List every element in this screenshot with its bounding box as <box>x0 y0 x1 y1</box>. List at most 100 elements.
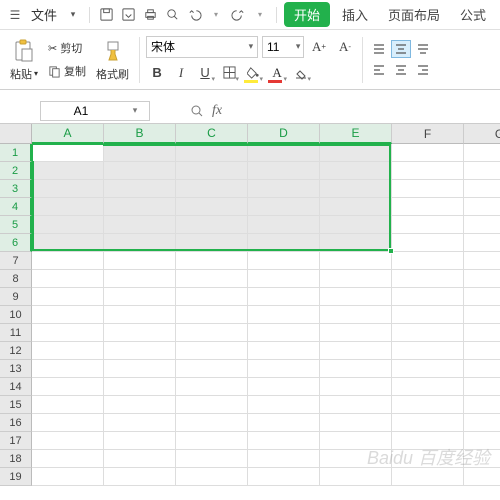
cell[interactable] <box>392 216 464 234</box>
cell[interactable] <box>464 378 500 396</box>
redo-icon[interactable] <box>229 6 247 24</box>
cell[interactable] <box>32 252 104 270</box>
cell[interactable] <box>464 342 500 360</box>
cell[interactable] <box>104 216 176 234</box>
cell[interactable] <box>320 162 392 180</box>
cell[interactable] <box>104 288 176 306</box>
row-header[interactable]: 7 <box>0 252 32 270</box>
cell[interactable] <box>392 162 464 180</box>
row-header[interactable]: 2 <box>0 162 32 180</box>
column-header[interactable]: A <box>32 124 104 144</box>
row-header[interactable]: 1 <box>0 144 32 162</box>
cell[interactable] <box>464 252 500 270</box>
cell[interactable] <box>464 324 500 342</box>
cell[interactable] <box>320 432 392 450</box>
align-middle-button[interactable] <box>391 40 411 58</box>
cell[interactable] <box>320 342 392 360</box>
cell[interactable] <box>32 216 104 234</box>
increase-font-button[interactable]: A+ <box>308 36 330 58</box>
cell[interactable] <box>248 216 320 234</box>
cell[interactable] <box>32 414 104 432</box>
cell[interactable] <box>104 234 176 252</box>
cell[interactable] <box>320 306 392 324</box>
cell[interactable] <box>104 252 176 270</box>
cell[interactable] <box>320 360 392 378</box>
undo-icon[interactable] <box>185 6 203 24</box>
row-header[interactable]: 14 <box>0 378 32 396</box>
cell[interactable] <box>248 414 320 432</box>
font-color-button[interactable]: A▾ <box>266 62 288 84</box>
cell[interactable] <box>32 288 104 306</box>
cell[interactable] <box>248 198 320 216</box>
fill-handle[interactable] <box>388 248 394 254</box>
row-header[interactable]: 13 <box>0 360 32 378</box>
cell[interactable] <box>32 144 104 162</box>
cell[interactable] <box>248 432 320 450</box>
column-header[interactable]: F <box>392 124 464 144</box>
cell[interactable] <box>176 378 248 396</box>
cell[interactable] <box>392 378 464 396</box>
cell[interactable] <box>392 252 464 270</box>
cell[interactable] <box>176 234 248 252</box>
cell[interactable] <box>464 414 500 432</box>
chevron-down-icon[interactable]: ▾ <box>64 6 82 24</box>
cell[interactable] <box>32 234 104 252</box>
cell[interactable] <box>32 432 104 450</box>
cell[interactable] <box>32 360 104 378</box>
row-header[interactable]: 12 <box>0 342 32 360</box>
name-box[interactable]: ▾ <box>40 101 150 121</box>
column-header[interactable]: E <box>320 124 392 144</box>
cell[interactable] <box>392 198 464 216</box>
cell[interactable] <box>320 396 392 414</box>
cell[interactable] <box>248 270 320 288</box>
clear-format-button[interactable]: ▾ <box>290 62 312 84</box>
column-header[interactable]: G <box>464 124 500 144</box>
paste-group[interactable]: 粘贴▾ <box>6 38 42 82</box>
cell[interactable] <box>320 378 392 396</box>
cell[interactable] <box>248 342 320 360</box>
cell[interactable] <box>464 468 500 486</box>
cell[interactable] <box>248 360 320 378</box>
cell[interactable] <box>392 450 464 468</box>
cell[interactable] <box>464 180 500 198</box>
row-header[interactable]: 15 <box>0 396 32 414</box>
file-menu[interactable]: 文件 <box>28 5 60 24</box>
cell[interactable] <box>464 306 500 324</box>
cell[interactable] <box>464 450 500 468</box>
cell[interactable] <box>104 450 176 468</box>
cell[interactable] <box>248 378 320 396</box>
cell[interactable] <box>248 234 320 252</box>
tab-formula[interactable]: 公式 <box>452 2 494 27</box>
cell[interactable] <box>176 180 248 198</box>
cell[interactable] <box>464 288 500 306</box>
borders-button[interactable]: ▾ <box>218 62 240 84</box>
cell[interactable] <box>104 270 176 288</box>
cell[interactable] <box>248 468 320 486</box>
cell[interactable] <box>104 144 176 162</box>
cell[interactable] <box>176 198 248 216</box>
cell[interactable] <box>104 432 176 450</box>
cell[interactable] <box>104 414 176 432</box>
cell[interactable] <box>32 306 104 324</box>
row-header[interactable]: 9 <box>0 288 32 306</box>
cell[interactable] <box>248 396 320 414</box>
cell[interactable] <box>176 306 248 324</box>
cell[interactable] <box>320 288 392 306</box>
save-as-icon[interactable] <box>119 6 137 24</box>
row-header[interactable]: 5 <box>0 216 32 234</box>
chevron-down-icon[interactable]: ▾ <box>293 41 303 52</box>
cell[interactable] <box>32 378 104 396</box>
cell[interactable] <box>392 306 464 324</box>
chevron-down-icon[interactable]: ▾ <box>207 6 225 24</box>
cell[interactable] <box>320 414 392 432</box>
cell[interactable] <box>464 396 500 414</box>
cell[interactable] <box>176 162 248 180</box>
row-header[interactable]: 18 <box>0 450 32 468</box>
cell[interactable] <box>320 198 392 216</box>
cell[interactable] <box>248 162 320 180</box>
font-name-select[interactable]: ▾ <box>146 36 258 58</box>
cell[interactable] <box>248 180 320 198</box>
row-header[interactable]: 8 <box>0 270 32 288</box>
align-bottom-button[interactable] <box>413 40 433 58</box>
cell[interactable] <box>320 234 392 252</box>
